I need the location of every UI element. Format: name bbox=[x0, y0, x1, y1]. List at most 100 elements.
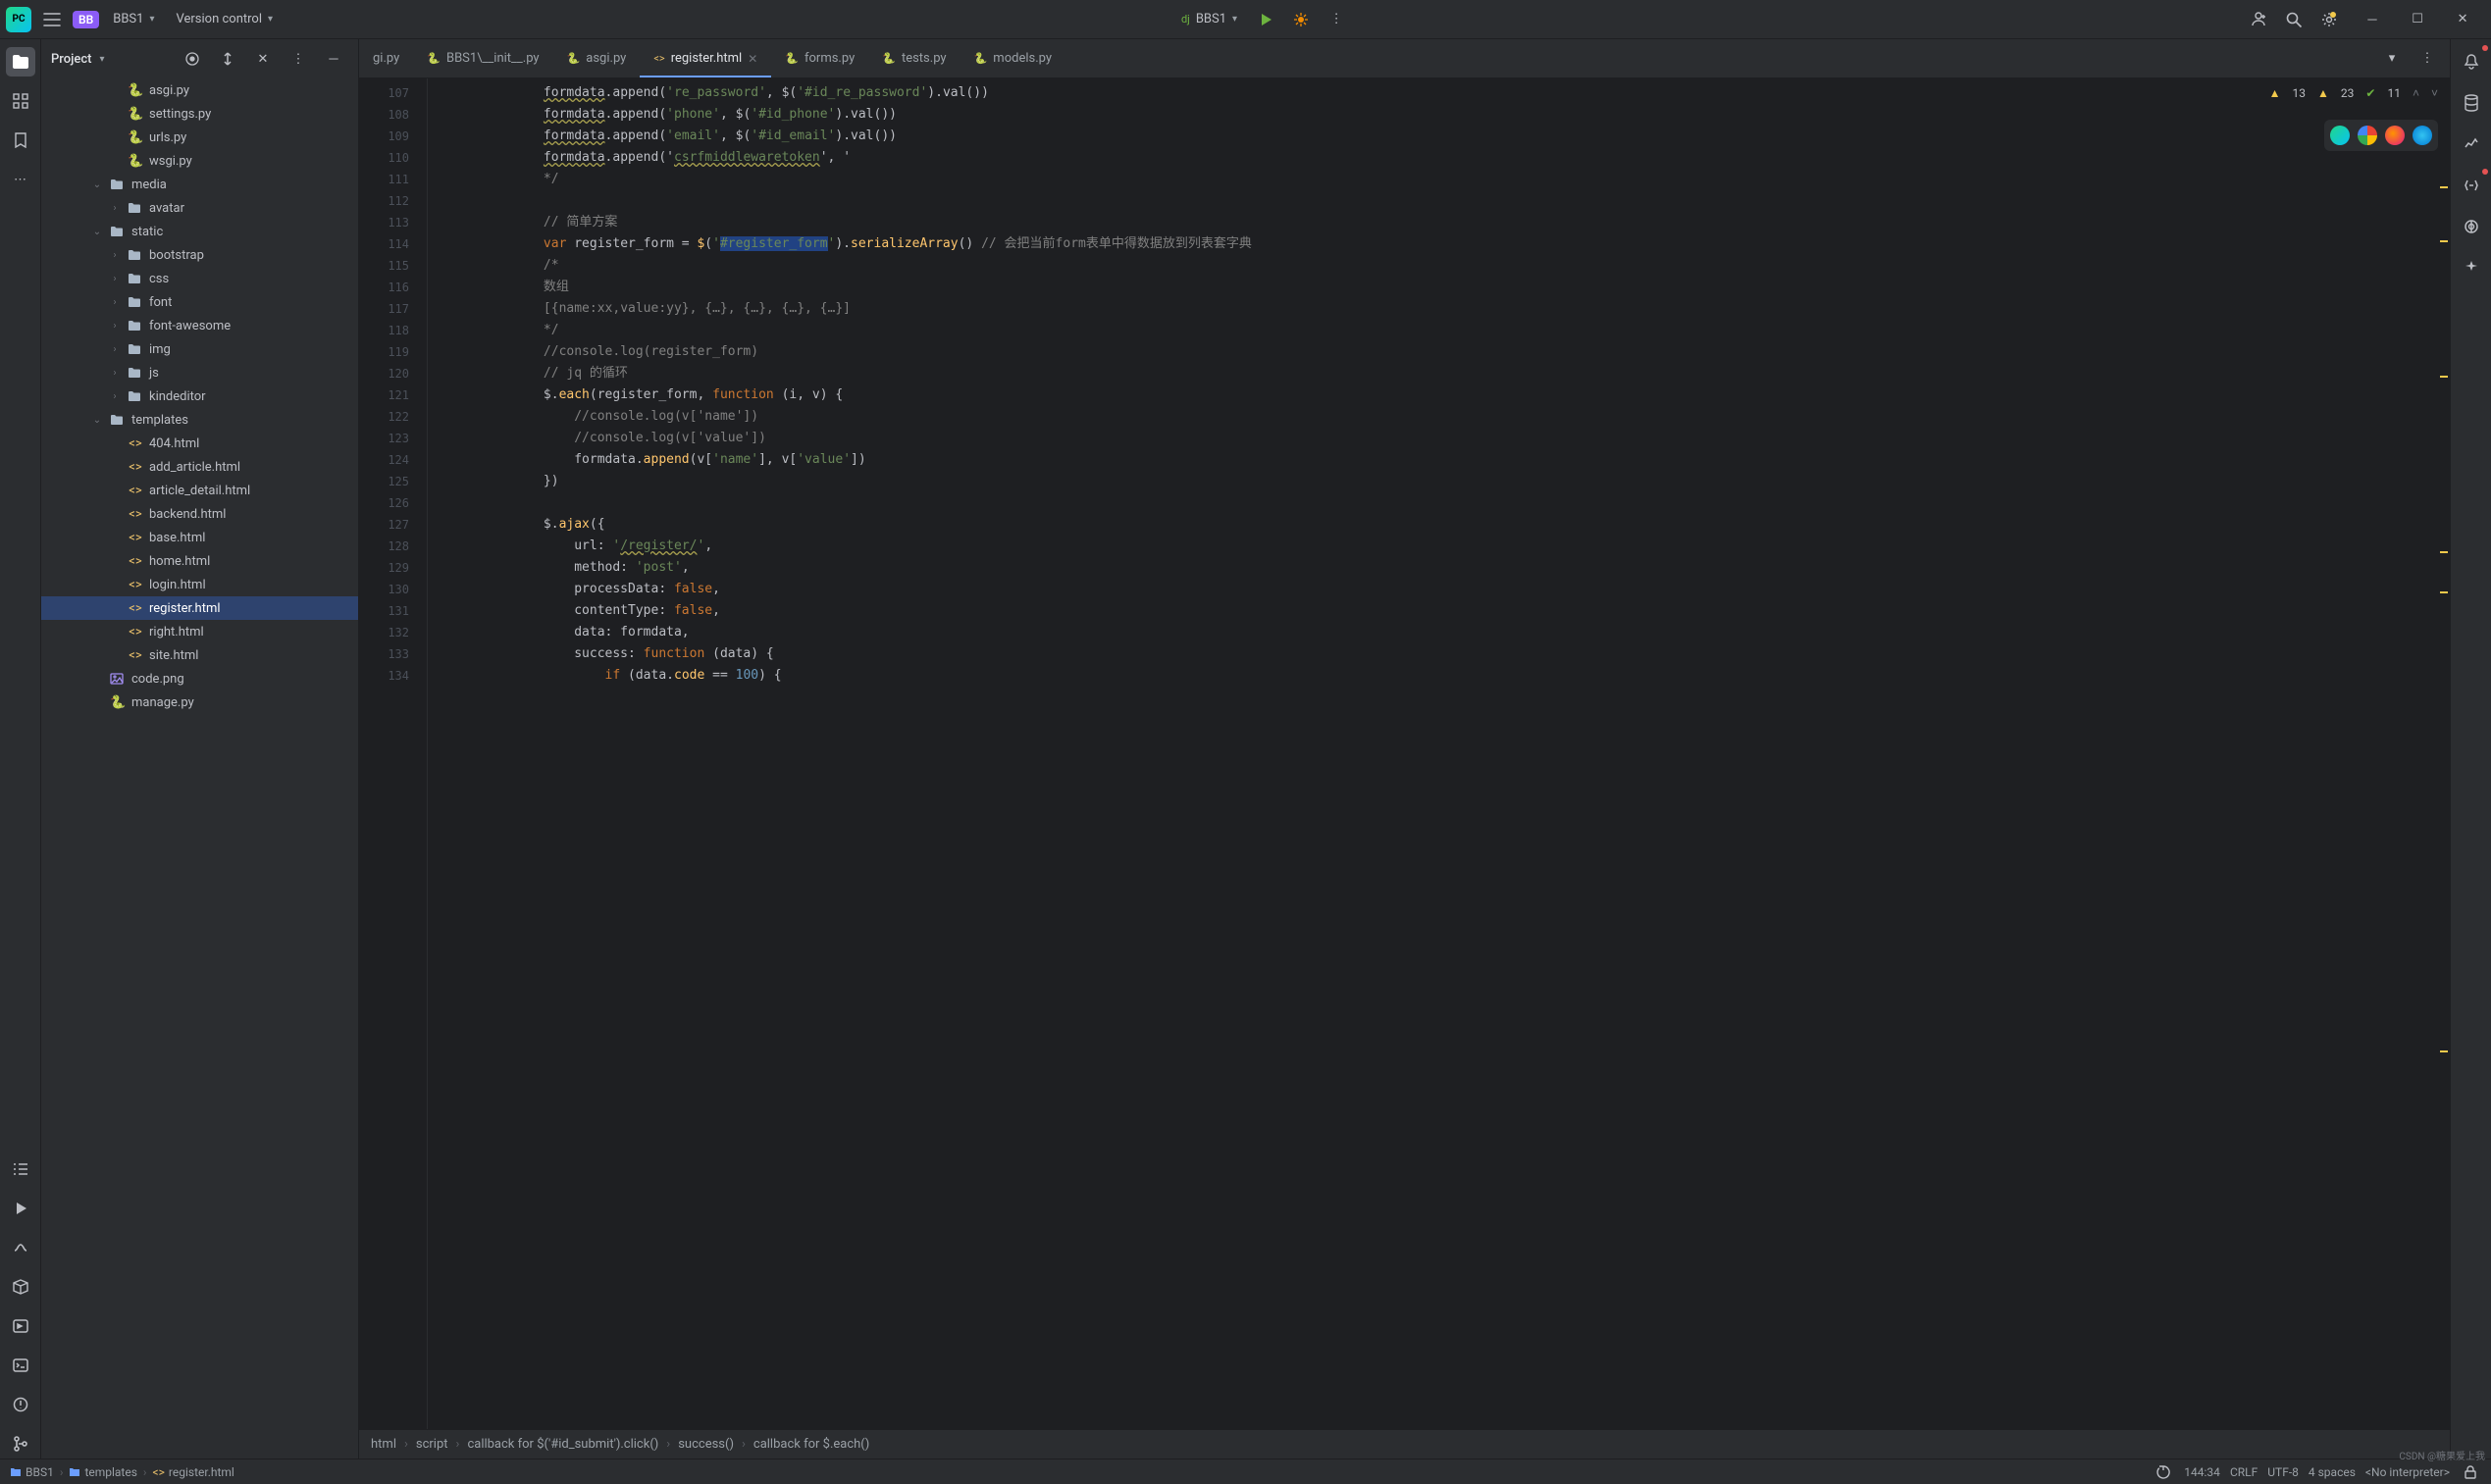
line-number[interactable]: 121 bbox=[359, 384, 427, 406]
expand-all-icon[interactable] bbox=[213, 44, 242, 74]
nav-crumb[interactable]: <> register.html bbox=[153, 1465, 234, 1479]
search-icon[interactable] bbox=[2279, 5, 2309, 34]
chevron-down-icon[interactable]: ▾ bbox=[99, 54, 104, 65]
line-number[interactable]: 133 bbox=[359, 643, 427, 665]
structure-tool-icon[interactable] bbox=[6, 86, 35, 116]
nav-crumb[interactable]: BBS1 bbox=[10, 1465, 54, 1479]
notifications-icon[interactable] bbox=[2457, 47, 2486, 77]
line-number[interactable]: 113 bbox=[359, 212, 427, 233]
line-number[interactable]: 129 bbox=[359, 557, 427, 579]
vcs-selector[interactable]: Version control ▾ bbox=[169, 9, 282, 29]
tree-item[interactable]: <>backend.html bbox=[41, 502, 358, 526]
minimize-panel-icon[interactable]: ─ bbox=[319, 44, 348, 74]
tree-item[interactable]: <>register.html bbox=[41, 596, 358, 620]
tree-item[interactable]: 🐍urls.py bbox=[41, 126, 358, 149]
project-tree[interactable]: 🐍asgi.py🐍settings.py🐍urls.py🐍wsgi.py⌄med… bbox=[41, 78, 358, 1458]
line-number[interactable]: 107 bbox=[359, 82, 427, 104]
editor-tab[interactable]: 🐍forms.py bbox=[771, 39, 868, 77]
line-number[interactable]: 109 bbox=[359, 126, 427, 147]
select-opened-file-icon[interactable] bbox=[178, 44, 207, 74]
chevron-icon[interactable]: › bbox=[108, 203, 122, 214]
run-button[interactable] bbox=[1251, 5, 1280, 34]
chevron-icon[interactable]: › bbox=[108, 297, 122, 308]
terminal-tool-icon[interactable] bbox=[6, 1351, 35, 1380]
tree-item[interactable]: <>site.html bbox=[41, 643, 358, 667]
bookmarks-tool-icon[interactable] bbox=[6, 126, 35, 155]
line-separator[interactable]: CRLF bbox=[2230, 1465, 2257, 1479]
chevron-icon[interactable]: › bbox=[108, 368, 122, 379]
tree-item[interactable]: ›bootstrap bbox=[41, 243, 358, 267]
chevron-icon[interactable]: › bbox=[108, 391, 122, 402]
code-editor[interactable]: formdata.append('re_password', $('#id_re… bbox=[428, 78, 2450, 1429]
line-number[interactable]: 116 bbox=[359, 277, 427, 298]
tree-item[interactable]: ⌄templates bbox=[41, 408, 358, 432]
endpoints-tool-icon[interactable] bbox=[2457, 171, 2486, 200]
tree-item[interactable]: <>login.html bbox=[41, 573, 358, 596]
tree-item[interactable]: ›font bbox=[41, 290, 358, 314]
line-number[interactable]: 132 bbox=[359, 622, 427, 643]
tree-item[interactable]: ›font-awesome bbox=[41, 314, 358, 337]
line-number[interactable]: 118 bbox=[359, 320, 427, 341]
line-number[interactable]: 110 bbox=[359, 147, 427, 169]
more-tool-icon[interactable]: ⋯ bbox=[6, 165, 35, 194]
line-number[interactable]: 124 bbox=[359, 449, 427, 471]
chevron-icon[interactable]: › bbox=[108, 250, 122, 261]
line-number[interactable]: 122 bbox=[359, 406, 427, 428]
line-number[interactable]: 108 bbox=[359, 104, 427, 126]
main-menu-icon[interactable] bbox=[37, 5, 67, 34]
chevron-icon[interactable]: › bbox=[108, 274, 122, 284]
python-console-tool-icon[interactable] bbox=[6, 1233, 35, 1262]
tab-dropdown-icon[interactable]: ▾ bbox=[2377, 44, 2407, 74]
line-number[interactable]: 130 bbox=[359, 579, 427, 600]
tree-item[interactable]: ›img bbox=[41, 337, 358, 361]
edge-icon[interactable] bbox=[2413, 126, 2432, 145]
problems-tool-icon[interactable] bbox=[6, 1390, 35, 1419]
project-tool-icon[interactable] bbox=[6, 47, 35, 77]
chevron-icon[interactable]: ⌄ bbox=[90, 227, 104, 237]
ai-assistant-icon[interactable] bbox=[2457, 253, 2486, 282]
prev-highlight-icon[interactable]: ˄ bbox=[2413, 86, 2419, 100]
tree-item[interactable]: ⌄static bbox=[41, 220, 358, 243]
tree-item[interactable]: code.png bbox=[41, 667, 358, 691]
line-number[interactable]: 125 bbox=[359, 471, 427, 492]
pycharm-preview-icon[interactable] bbox=[2330, 126, 2350, 145]
tree-item[interactable]: <>home.html bbox=[41, 549, 358, 573]
run-tool-icon[interactable] bbox=[6, 1194, 35, 1223]
debug-button[interactable] bbox=[1286, 5, 1316, 34]
line-number[interactable]: 123 bbox=[359, 428, 427, 449]
hide-panel-icon[interactable]: ✕ bbox=[248, 44, 278, 74]
tree-item[interactable]: ›css bbox=[41, 267, 358, 290]
run-config-selector[interactable]: dj BBS1 ▾ bbox=[1173, 9, 1245, 29]
chevron-icon[interactable]: ⌄ bbox=[90, 179, 104, 190]
chevron-icon[interactable]: › bbox=[108, 321, 122, 332]
interpreter-selector[interactable]: <No interpreter> bbox=[2365, 1465, 2450, 1479]
chevron-icon[interactable]: ⌄ bbox=[90, 415, 104, 426]
editor-tab[interactable]: 🐍models.py bbox=[960, 39, 1065, 77]
file-encoding[interactable]: UTF-8 bbox=[2267, 1465, 2299, 1479]
tab-options-icon[interactable]: ⋮ bbox=[2413, 44, 2442, 74]
breadcrumb-item[interactable]: success() bbox=[678, 1437, 734, 1452]
line-number[interactable]: 114 bbox=[359, 233, 427, 255]
line-number[interactable]: 120 bbox=[359, 363, 427, 384]
settings-icon[interactable] bbox=[2314, 5, 2344, 34]
tree-item[interactable]: <>base.html bbox=[41, 526, 358, 549]
breadcrumb-item[interactable]: callback for $.each() bbox=[753, 1437, 869, 1452]
indent-setting[interactable]: 4 spaces bbox=[2309, 1465, 2356, 1479]
tree-item[interactable]: 🐍manage.py bbox=[41, 691, 358, 714]
breadcrumb-item[interactable]: html bbox=[371, 1437, 396, 1452]
todo-tool-icon[interactable] bbox=[6, 1154, 35, 1184]
window-minimize[interactable]: ─ bbox=[2350, 0, 2395, 39]
panel-options-icon[interactable]: ⋮ bbox=[284, 44, 313, 74]
line-number[interactable]: 128 bbox=[359, 536, 427, 557]
code-with-me-icon[interactable] bbox=[2244, 5, 2273, 34]
packages-tool-icon[interactable] bbox=[6, 1272, 35, 1302]
more-run-icon[interactable]: ⋮ bbox=[1322, 5, 1351, 34]
chrome-icon[interactable] bbox=[2358, 126, 2377, 145]
breadcrumb-item[interactable]: script bbox=[416, 1437, 448, 1452]
editor-tab[interactable]: 🐍BBS1\__init__.py bbox=[413, 39, 552, 77]
inspection-summary[interactable]: ▲13 ▲23 ✔11 ˄ ˅ bbox=[2269, 86, 2438, 100]
editor-tab[interactable]: 🐍asgi.py bbox=[553, 39, 641, 77]
line-number[interactable]: 111 bbox=[359, 169, 427, 190]
services-tool-icon[interactable] bbox=[6, 1311, 35, 1341]
close-icon[interactable]: ✕ bbox=[748, 52, 757, 66]
